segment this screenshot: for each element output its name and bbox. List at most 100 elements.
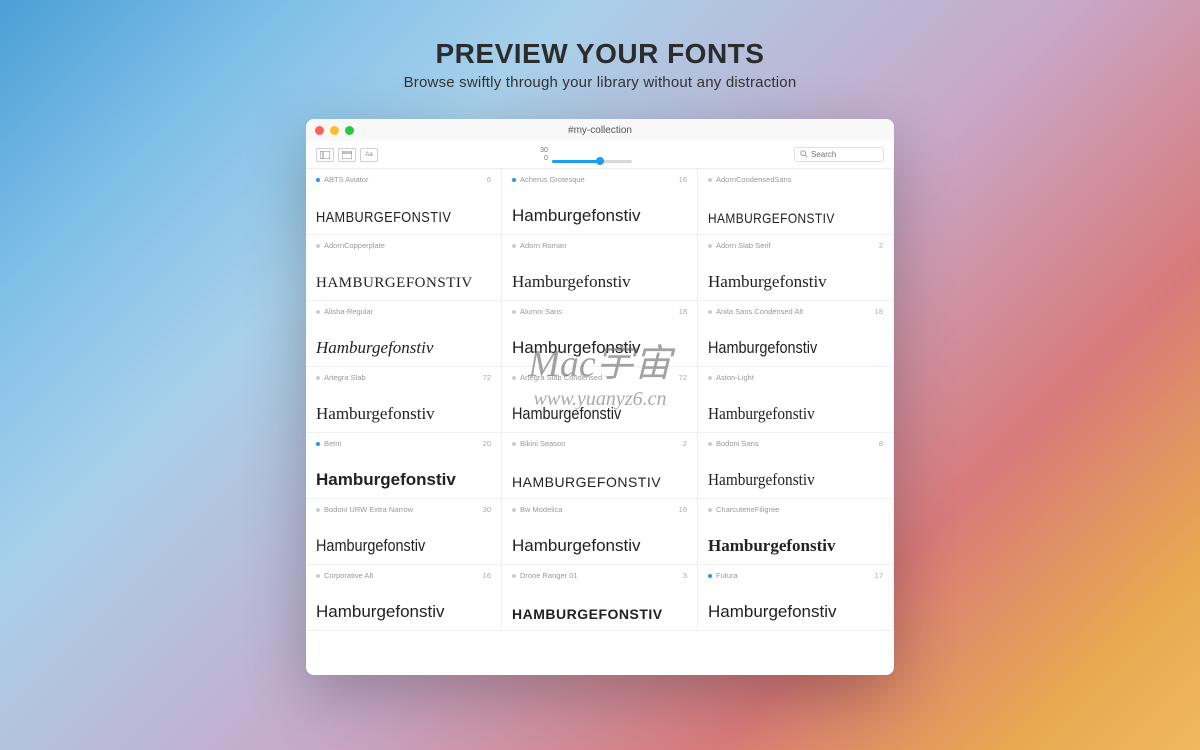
font-cell[interactable]: Artegra Slab72Hamburgefonstiv [306, 367, 502, 433]
font-name: Bodoni Sans [716, 439, 759, 448]
font-name-wrap: Anita Sans Condensed Alt [708, 307, 803, 316]
sidebar-toggle-button[interactable] [316, 148, 334, 162]
font-cell-header: Bodoni Sans8 [708, 439, 883, 448]
font-name-wrap: AdornCondensedSans [708, 175, 791, 184]
font-name: AdornCondensedSans [716, 175, 791, 184]
font-cell[interactable]: Corporative Alt16Hamburgefonstiv [306, 565, 502, 631]
font-name-wrap: Betm [316, 439, 342, 448]
font-cell[interactable]: Bodoni URW Extra Narrow30Hamburgefonstiv [306, 499, 502, 565]
font-sample: Hamburgefonstiv [512, 404, 661, 424]
app-window: #my-collection Aa 30 0 [306, 119, 894, 675]
font-cell[interactable]: AdornCopperplate HAMBURGEFONSTIV [306, 235, 502, 301]
status-dot [512, 178, 516, 182]
font-cell[interactable]: Anita Sans Condensed Alt18Hamburgefonsti… [698, 301, 894, 367]
font-name: Bw Modelica [520, 505, 563, 514]
font-name-wrap: Bikini Season [512, 439, 565, 448]
font-cell-header: ABTS Aviator6 [316, 175, 491, 184]
status-dot [512, 442, 516, 446]
slider-fill [552, 160, 600, 163]
toolbar: Aa 30 0 [306, 141, 894, 169]
font-count: 18 [875, 307, 883, 316]
hero-subtitle: Browse swiftly through your library with… [404, 74, 797, 91]
font-name-wrap: Corporative Alt [316, 571, 373, 580]
preview-mode-button[interactable]: Aa [360, 148, 378, 162]
font-name: Artegra Slab [324, 373, 366, 382]
font-cell[interactable]: Bikini Season2 HAMBURGEFONSTIV [502, 433, 698, 499]
font-count: 20 [483, 439, 491, 448]
font-cell[interactable]: Bw Modelica16Hamburgefonstiv [502, 499, 698, 565]
font-grid: ABTS Aviator6 HAMBURGEFONSTIV Acherus Grot… [306, 169, 894, 631]
font-cell-header: Artegra Slab Condensed72 [512, 373, 687, 382]
font-sample: Hamburgefonstiv [512, 536, 687, 556]
font-sample: Hamburgefonstiv [512, 338, 687, 358]
status-dot [512, 244, 516, 248]
font-count: 3 [683, 571, 687, 580]
font-cell[interactable]: Betm 20 Hamburgefonstiv [306, 433, 502, 499]
font-sample: HAMBURGEFONSTIV [512, 606, 687, 622]
font-cell[interactable]: Adorn RomanHamburgefonstiv [502, 235, 698, 301]
status-dot [316, 310, 320, 314]
font-cell[interactable]: Futura17 Hamburgefonstiv [698, 565, 894, 631]
font-name-wrap: AdornCopperplate [316, 241, 385, 250]
font-cell[interactable]: Aston-LightHamburgefonstiv [698, 367, 894, 433]
font-cell-header: CharcuterieFiligree [708, 505, 883, 514]
font-cell-header: Adorn Slab Serif2 [708, 241, 883, 250]
font-name: Alisha-Regular [324, 307, 373, 316]
font-cell[interactable]: CharcuterieFiligree Hamburgefonstiv [698, 499, 894, 565]
search-input[interactable] [811, 150, 878, 159]
slider-value-label: 30 [540, 147, 548, 155]
font-cell[interactable]: Alumni Sans18Hamburgefonstiv [502, 301, 698, 367]
status-dot [708, 376, 712, 380]
status-dot [316, 442, 320, 446]
font-count: 72 [483, 373, 491, 382]
font-sample: HAMBURGEFONSTIV [316, 209, 465, 226]
font-cell[interactable]: Acherus Grotesque16Hamburgefonstiv [502, 169, 698, 235]
font-cell-header: AdornCopperplate [316, 241, 491, 250]
font-sample: Hamburgefonstiv [708, 602, 883, 622]
font-name-wrap: Aston-Light [708, 373, 754, 382]
status-dot [316, 244, 320, 248]
font-name: CharcuterieFiligree [716, 505, 779, 514]
font-cell[interactable]: Artegra Slab Condensed72 Hamburgefonstiv [502, 367, 698, 433]
hero: PREVIEW YOUR FONTS Browse swiftly throug… [404, 38, 797, 91]
titlebar[interactable]: #my-collection [306, 119, 894, 141]
font-cell[interactable]: Adorn Slab Serif2Hamburgefonstiv [698, 235, 894, 301]
font-name-wrap: Futura [708, 571, 738, 580]
font-cell[interactable]: Bodoni Sans8Hamburgefonstiv [698, 433, 894, 499]
font-cell[interactable]: ABTS Aviator6 HAMBURGEFONSTIV [306, 169, 502, 235]
font-cell[interactable]: Drone Ranger 013HAMBURGEFONSTIV [502, 565, 698, 631]
font-count: 6 [487, 175, 491, 184]
font-sample: HAMBURGEFONSTIV [512, 474, 687, 490]
window-view-button[interactable] [338, 148, 356, 162]
font-count: 72 [679, 373, 687, 382]
font-name: Bodoni URW Extra Narrow [324, 505, 413, 514]
font-grid-wrap[interactable]: ABTS Aviator6 HAMBURGEFONSTIV Acherus Grot… [306, 169, 894, 675]
status-dot [512, 376, 516, 380]
status-dot [512, 310, 516, 314]
size-slider-wrap: 30 0 [540, 147, 632, 163]
font-cell-header: Futura17 [708, 571, 883, 580]
size-slider[interactable] [552, 160, 632, 163]
font-sample: Hamburgefonstiv [708, 536, 883, 556]
slider-min-label: 0 [544, 155, 548, 163]
font-sample: Hamburgefonstiv [512, 206, 687, 226]
font-cell-header: Anita Sans Condensed Alt 18 [708, 307, 883, 316]
slider-thumb[interactable] [596, 157, 604, 165]
font-name: Futura [716, 571, 738, 580]
search-field[interactable] [794, 147, 884, 162]
font-name-wrap: Adorn Slab Serif [708, 241, 771, 250]
font-cell[interactable]: Alisha-RegularHamburgefonstiv [306, 301, 502, 367]
status-dot [316, 508, 320, 512]
font-sample: Hamburgefonstiv [316, 470, 491, 490]
hero-title: PREVIEW YOUR FONTS [404, 38, 797, 70]
font-sample: HAMBURGEFONSTIV [316, 275, 491, 292]
font-name-wrap: CharcuterieFiligree [708, 505, 779, 514]
status-dot [708, 178, 712, 182]
status-dot [316, 376, 320, 380]
status-dot [512, 508, 516, 512]
font-name-wrap: Alisha-Regular [316, 307, 373, 316]
font-cell[interactable]: AdornCondensedSansHAMBURGEFONSTIV [698, 169, 894, 235]
font-cell-header: Bikini Season2 [512, 439, 687, 448]
font-name-wrap: Acherus Grotesque [512, 175, 585, 184]
font-sample: Hamburgefonstiv [512, 272, 687, 292]
